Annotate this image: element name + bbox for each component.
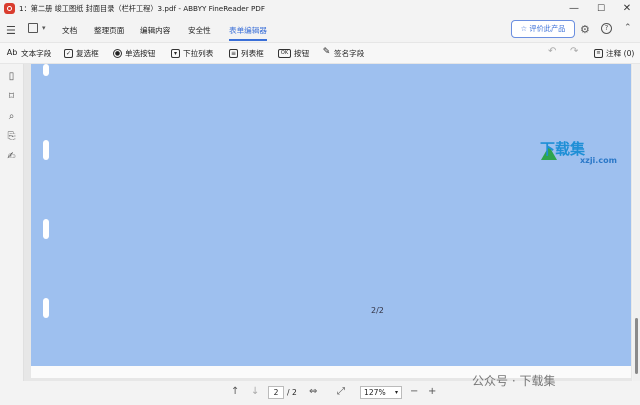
- tool-label: 文本字段: [21, 48, 52, 58]
- tool-label: 按钮: [294, 48, 310, 58]
- tool-label: 列表框: [241, 48, 264, 58]
- comments-button[interactable]: ≡ 注释 (0): [594, 46, 634, 60]
- dropdown-list-tool[interactable]: ▾ 下拉列表: [171, 46, 213, 60]
- menu-form-editor[interactable]: 表单编辑器: [229, 25, 267, 36]
- star-icon: ☆: [520, 24, 528, 33]
- fit-page-icon[interactable]: ⤢: [337, 386, 345, 397]
- zoom-in-icon[interactable]: +: [428, 386, 436, 397]
- abbyy-logo-icon: [4, 3, 15, 14]
- checkbox-icon: ✓: [64, 48, 73, 58]
- rate-product-label: 评价此产品: [529, 24, 566, 33]
- punch-hole: [43, 140, 49, 160]
- signature-icon: ✎: [322, 46, 331, 57]
- zoom-select[interactable]: 127% ▾: [360, 386, 402, 399]
- watermark-url: xzji.com: [580, 156, 617, 165]
- previous-page-icon[interactable]: ↑: [231, 386, 239, 397]
- save-icon[interactable]: [28, 23, 38, 33]
- help-icon[interactable]: ?: [601, 23, 612, 34]
- checkbox-tool[interactable]: ✓ 复选框: [64, 46, 99, 60]
- pages-panel-icon[interactable]: ▯: [6, 71, 17, 82]
- pdf-page[interactable]: [31, 64, 631, 366]
- watermark-logo: 下载集: [540, 140, 586, 158]
- tool-label: 下拉列表: [183, 48, 214, 58]
- button-tool[interactable]: OK 按钮: [278, 46, 309, 60]
- tool-label: 单选按钮: [125, 48, 156, 58]
- zoom-out-icon[interactable]: −: [410, 386, 418, 397]
- maximize-button[interactable]: ☐: [587, 0, 615, 18]
- page-number-label: 2/2: [371, 306, 384, 315]
- save-dropdown-icon[interactable]: ▾: [42, 24, 46, 32]
- page-number-input[interactable]: 2: [268, 386, 284, 399]
- menu-edit-content[interactable]: 编辑内容: [140, 25, 170, 36]
- scrollbar-thumb[interactable]: [635, 318, 638, 374]
- minimize-button[interactable]: —: [560, 0, 588, 18]
- hamburger-menu-icon[interactable]: ☰: [6, 24, 16, 37]
- window-title: 1：第二册 竣工图纸 封面目录（栏杆工程）3.pdf - ABBYY FineR…: [19, 4, 265, 13]
- signatures-icon[interactable]: ✍: [6, 151, 17, 162]
- punch-hole: [43, 298, 49, 318]
- collapse-icon[interactable]: ⌃: [624, 23, 632, 33]
- menu-document[interactable]: 文档: [62, 25, 77, 36]
- active-tab-indicator: [229, 39, 267, 41]
- next-page-icon[interactable]: ↓: [251, 386, 259, 397]
- radio-button-tool[interactable]: ● 单选按钮: [113, 46, 155, 60]
- gear-icon[interactable]: ⚙: [580, 23, 590, 36]
- comment-icon: ≡: [594, 48, 603, 58]
- rate-product-button[interactable]: ☆ 评价此产品: [511, 20, 575, 38]
- menu-organize-pages[interactable]: 整理页面: [94, 25, 124, 36]
- tool-label: 签名字段: [334, 48, 365, 58]
- punch-hole: [43, 219, 49, 239]
- punch-hole: [43, 64, 49, 76]
- total-pages: / 2: [287, 388, 297, 397]
- undo-icon[interactable]: ↶: [548, 46, 556, 57]
- listbox-icon: ≡: [229, 48, 238, 58]
- button-icon: OK: [278, 48, 291, 58]
- search-icon[interactable]: ⌕: [6, 111, 17, 122]
- zoom-value: 127%: [364, 388, 386, 397]
- footer-watermark: 公众号 · 下载集: [472, 374, 556, 388]
- text-field-tool[interactable]: Ab 文本字段: [6, 46, 52, 60]
- text-field-icon: Ab: [6, 47, 18, 57]
- bookmarks-icon[interactable]: ⌑: [6, 91, 17, 102]
- signature-field-tool[interactable]: ✎ 签名字段: [322, 46, 365, 60]
- chevron-down-icon: ▾: [394, 389, 398, 396]
- close-button[interactable]: ✕: [613, 0, 640, 18]
- comments-label: 注释 (0): [606, 48, 635, 58]
- attachments-icon[interactable]: ⎘: [6, 131, 17, 142]
- menu-security[interactable]: 安全性: [188, 25, 211, 36]
- tool-label: 复选框: [76, 48, 99, 58]
- listbox-tool[interactable]: ≡ 列表框: [229, 46, 264, 60]
- redo-icon[interactable]: ↷: [570, 46, 578, 57]
- fit-width-icon[interactable]: ⇔: [309, 386, 317, 397]
- dropdown-icon: ▾: [171, 48, 180, 58]
- radio-icon: ●: [113, 48, 122, 58]
